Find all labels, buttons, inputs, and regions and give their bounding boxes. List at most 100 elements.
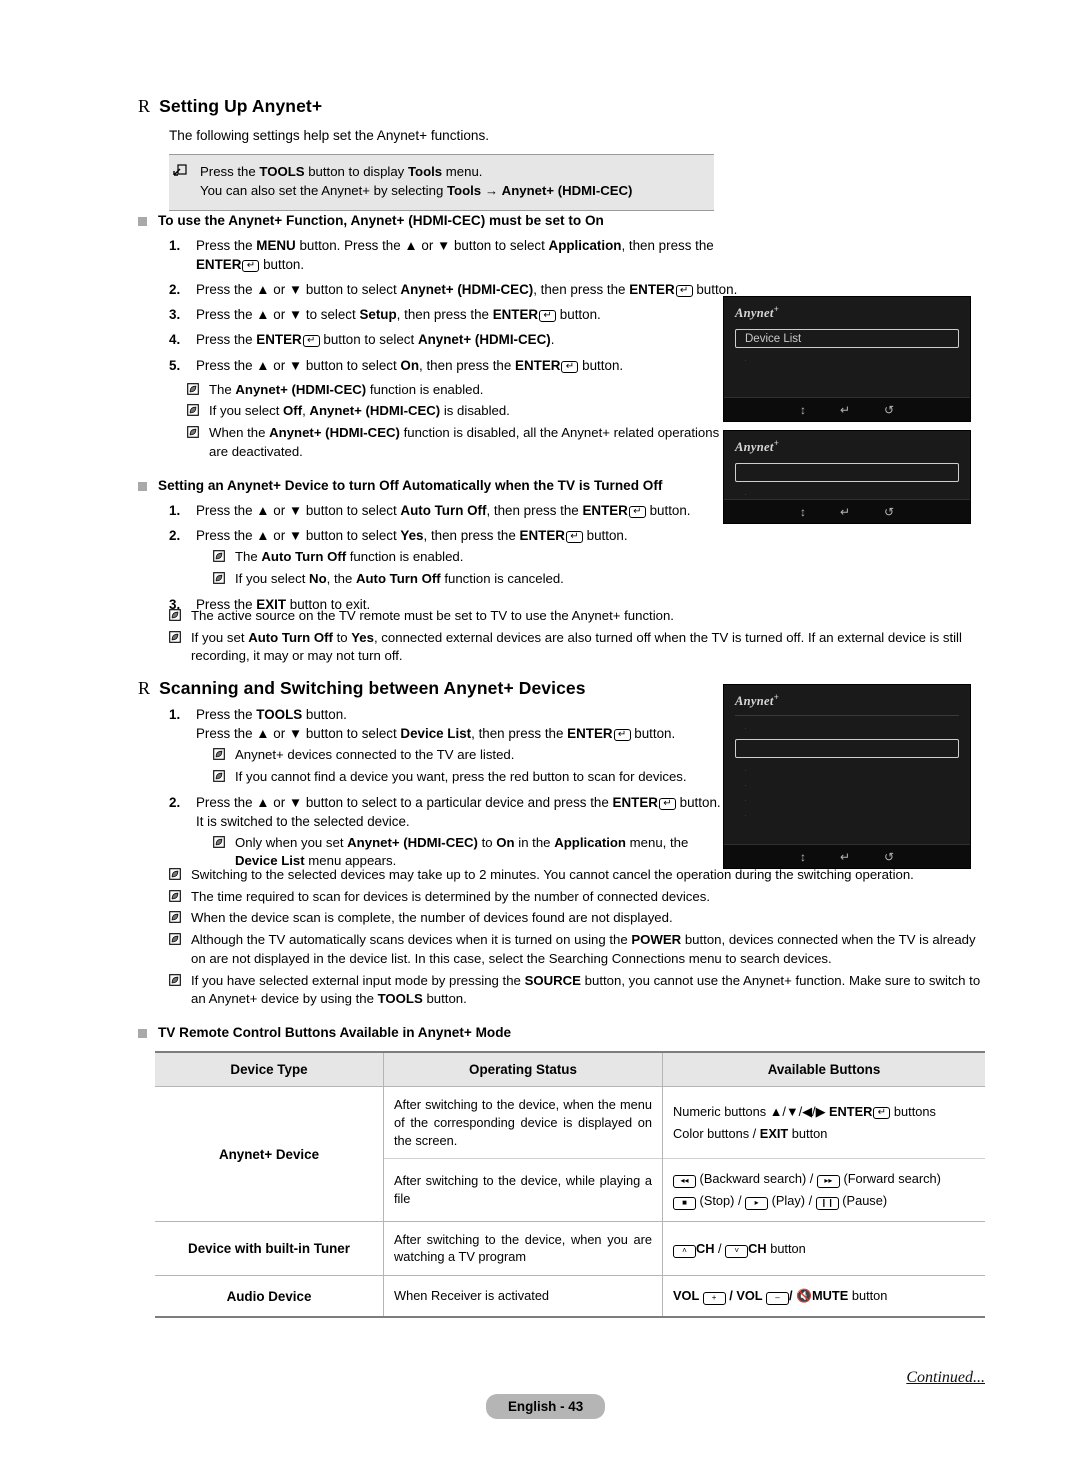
steps-list-1: 1. Press the MENU button. Press the ▲ or … [169,236,738,374]
tv-highlight-row[interactable]: Device List [735,329,959,349]
table-header-row: Device Type Operating Status Available B… [155,1052,985,1087]
subsection-auto-turn-off: Setting an Anynet+ Device to turn Off Au… [138,477,738,614]
tv-bottom-bar: ↕ ↵ ↺ [724,397,970,421]
section-heading-scanning: R Scanning and Switching between Anynet+… [138,678,723,699]
note-icon [169,866,183,885]
return-icon: ↺ [884,402,895,417]
anynet-logo: Anynet+ [735,304,780,321]
step-item: 1. Press the MENU button. Press the ▲ or … [169,238,714,273]
square-bullet-icon [138,482,147,491]
remote-button-icon: ■ [673,1197,696,1211]
note-item: When the device scan is complete, the nu… [169,909,981,928]
cell-operating-status: After switching to the device, while pla… [383,1158,663,1222]
table-section: TV Remote Control Buttons Available in A… [138,1024,988,1318]
steps-list-2: 1. Press the ▲ or ▼ button to select Auto… [169,501,738,614]
subsection-heading-2: Setting an Anynet+ Device to turn Off Au… [138,477,738,495]
enter-key-icon: ↵ [242,260,260,273]
column-header-available-buttons: Available Buttons [662,1052,985,1087]
remote-button-icon: ▸▸ [816,1175,840,1189]
note-icon [169,972,183,1009]
tv-ghost-row: · [744,489,750,500]
tools-icon [169,163,191,200]
table-section-heading-text: TV Remote Control Buttons Available in A… [158,1025,512,1040]
cell-device-type: Anynet+ Device [155,1086,384,1222]
steps-list-3: 1. Press the TOOLS button. Press the ▲ or… [169,705,723,871]
note-icon [213,768,227,787]
notes-group-3: Switching to the selected devices may ta… [169,863,981,1009]
step-item: 5. Press the ▲ or ▼ button to select On, … [169,357,624,373]
section-setting-up-anynet: R Setting Up Anynet+ The following setti… [138,96,738,211]
note-item: The Anynet+ (HDMI-CEC) function is enabl… [187,381,738,400]
note-icon [213,548,227,567]
remote-button-icon: ❙❙ [815,1197,839,1211]
return-icon: ↺ [884,504,895,519]
step-item: 4. Press the ENTER ↵ button to select Anyn… [169,332,555,348]
section-lead-text: The following settings help set the Anyn… [169,128,490,143]
tv-divider [735,715,959,717]
tv-ghost-row: · [744,765,750,776]
anynet-logo: Anynet+ [735,438,780,455]
cell-available-buttons: VOL + / VOL – / 🔇MUTE button [662,1275,985,1317]
return-icon: ↺ [884,849,895,864]
table-section-heading: TV Remote Control Buttons Available in A… [138,1024,988,1042]
notes-group-2: The active source on the TV remote must … [169,604,981,666]
section-heading-text: Setting Up Anynet+ [159,96,323,116]
table-header: Device Type Operating Status Available B… [155,1052,985,1087]
tv-bottom-bar: ↕ ↵ ↺ [724,844,970,868]
cell-device-type: Audio Device [155,1275,384,1317]
note-item: The active source on the TV remote must … [169,607,981,626]
cell-available-buttons: Numeric buttons ▲/▼/◀/▶ ENTER ↵ buttons C… [662,1086,985,1159]
notes-group-1: The Anynet+ (HDMI-CEC) function is enabl… [187,381,738,462]
note-icon [187,402,201,421]
tv-ghost-row: · [744,780,750,791]
note-item: The time required to scan for devices is… [169,888,981,907]
step-item: 2. Press the ▲ or ▼ button to select Anyn… [169,282,738,298]
page-number-badge: English - 43 [486,1394,606,1419]
remote-buttons-table: Device Type Operating Status Available B… [155,1051,985,1318]
note-item: If you select No, the Auto Turn Off func… [213,570,738,589]
subsection-heading-2-text: Setting an Anynet+ Device to turn Off Au… [158,478,663,493]
tv-screenshot-device-browse: Anynet+ · · · · · ↕ ↵ ↺ [723,684,971,869]
tv-ghost-row: · [744,355,750,366]
subsection-heading-1: To use the Anynet+ Function, Anynet+ (HD… [138,212,738,230]
cell-operating-status: When Receiver is activated [383,1275,663,1317]
note-icon [187,381,201,400]
note-item: Although the TV automatically scans devi… [169,931,981,968]
enter-key-icon: ↵ [628,506,646,519]
column-header-operating-status: Operating Status [383,1052,663,1087]
remote-button-icon: ◂◂ [673,1175,696,1189]
tools-note-line-1: Press the TOOLS button to display Tools … [200,164,483,180]
note-item: If you cannot find a device you want, pr… [213,768,723,787]
cell-available-buttons: ◂◂ (Backward search) / ▸▸ (Forward searc… [662,1158,985,1222]
column-header-device-type: Device Type [155,1052,384,1087]
tv-highlight-row[interactable] [735,463,959,483]
note-item: The Auto Turn Off function is enabled. [213,548,738,567]
move-icon: ↕ [799,402,806,417]
continued-label: Continued... [906,1369,985,1386]
tv-screenshot-setup: Anynet+ · ↕ ↵ ↺ [723,430,971,524]
table-body: Anynet+ Device After switching to the de… [155,1086,985,1317]
square-bullet-icon [138,217,147,226]
note-item: If you select Off, Anynet+ (HDMI-CEC) is… [187,402,738,421]
tools-note-rule-bottom [169,209,714,211]
enter-key-icon: ↵ [613,729,631,742]
section-scanning-switching: R Scanning and Switching between Anynet+… [138,678,723,871]
tv-bottom-bar: ↕ ↵ ↺ [724,499,970,523]
tv-ghost-row: · [744,723,750,734]
enter-key-icon: ↵ [565,531,583,544]
note-item: If you have selected external input mode… [169,972,981,1009]
manual-page: R Setting Up Anynet+ The following setti… [0,0,1080,1482]
anynet-logo: Anynet+ [735,692,780,709]
note-icon [169,931,183,968]
tv-highlight-row[interactable] [735,739,959,759]
enter-key-icon: ↵ [658,797,676,810]
remote-button-icon: + [702,1292,726,1306]
tools-note-box: Press the TOOLS button to display Tools … [169,154,714,211]
step-item: 3. Press the ▲ or ▼ to select Setup, then… [169,307,601,323]
enter-icon: ↵ [839,849,850,864]
tools-note-line-2: You can also set the Anynet+ by selectin… [200,183,633,199]
cell-device-type: Device with built-in Tuner [155,1221,384,1276]
square-bullet-icon [138,1029,147,1038]
tv-screenshot-device-list: Anynet+ Device List · ↕ ↵ ↺ [723,296,971,422]
subsection-use-anynet-function: To use the Anynet+ Function, Anynet+ (HD… [138,212,738,461]
